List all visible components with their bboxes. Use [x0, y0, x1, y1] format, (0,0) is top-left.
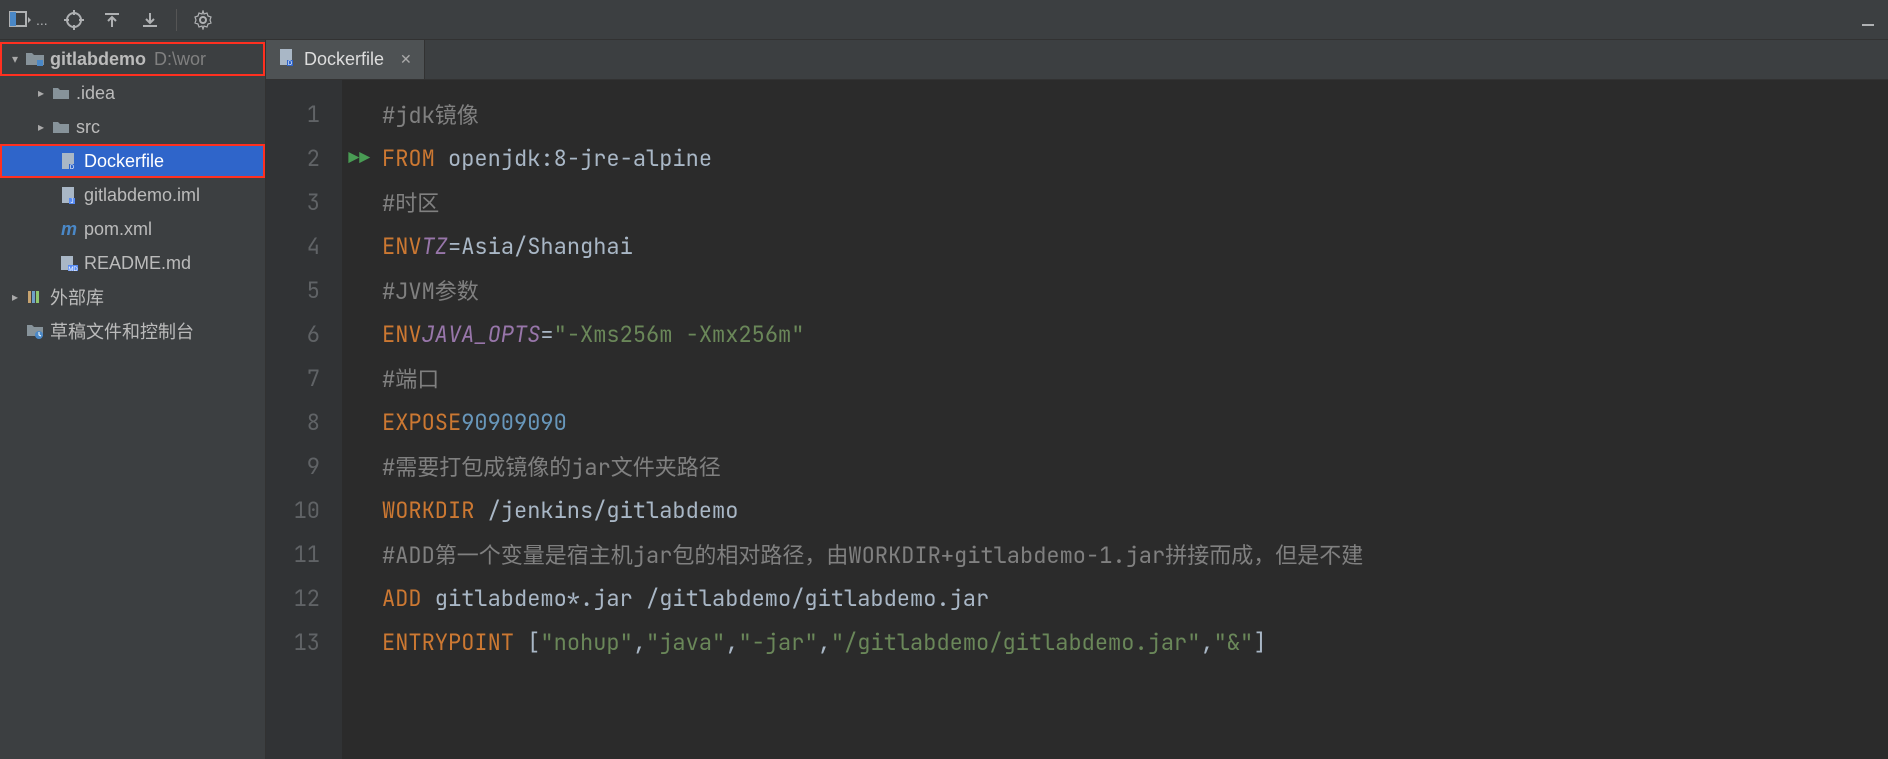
svg-text:MD: MD [68, 267, 78, 271]
tab-label: Dockerfile [304, 49, 384, 70]
gutter-line[interactable]: 10 [266, 488, 342, 532]
markdown-icon: MD [58, 255, 80, 271]
hide-icon[interactable] [1856, 8, 1880, 32]
project-name-label: gitlabdemo [50, 49, 146, 70]
project-toolbar: ... [0, 0, 1888, 40]
folder-icon [50, 86, 72, 100]
tree-item-label: 外部库 [50, 284, 104, 310]
locate-icon[interactable] [62, 8, 86, 32]
code-line[interactable]: #需要打包成镜像的jar文件夹路径 [382, 444, 1888, 488]
code-line[interactable]: #ADD第一个变量是宿主机jar包的相对路径，由WORKDIR+gitlabde… [382, 532, 1888, 576]
gutter-line[interactable]: 13 [266, 620, 342, 664]
libraries-icon [24, 289, 46, 305]
tree-item-label: src [76, 117, 100, 138]
tree-folder-src[interactable]: ▸ src [0, 110, 265, 144]
dockerfile-icon: D [58, 152, 80, 170]
code-line[interactable]: ADD gitlabdemo*.jar /gitlabdemo/gitlabde… [382, 576, 1888, 620]
tree-folder-idea[interactable]: ▸ .idea [0, 76, 265, 110]
tree-item-label: 草稿文件和控制台 [50, 318, 194, 344]
project-sidebar: ▾ gitlabdemo D:\wor ▸ .idea ▸ src D Dock… [0, 40, 266, 759]
gutter-line[interactable]: 6 [266, 312, 342, 356]
svg-text:D: D [288, 61, 293, 66]
svg-text:J: J [71, 199, 74, 204]
code-line[interactable]: #jdk镜像 [382, 92, 1888, 136]
code-pane: 12▶▶345678910111213 #jdk镜像FROM openjdk:8… [266, 80, 1888, 759]
gutter-line[interactable]: 1 [266, 92, 342, 136]
run-gutter-icon[interactable]: ▶▶ [348, 147, 370, 170]
tree-item-label: .idea [76, 83, 115, 104]
code-body[interactable]: #jdk镜像FROM openjdk:8-jre-alpine#时区ENV TZ… [342, 80, 1888, 759]
code-line[interactable]: #端口 [382, 356, 1888, 400]
gutter-line[interactable]: 2▶▶ [266, 136, 342, 180]
gutter-line[interactable]: 12 [266, 576, 342, 620]
scratches-icon [24, 323, 46, 339]
tree-file-pom[interactable]: m pom.xml [0, 212, 265, 246]
tab-dockerfile[interactable]: D Dockerfile ✕ [266, 40, 425, 79]
settings-icon[interactable] [191, 8, 215, 32]
collapse-all-icon[interactable] [138, 8, 162, 32]
tree-scratches[interactable]: 草稿文件和控制台 [0, 314, 265, 348]
tree-item-label: gitlabdemo.iml [84, 185, 200, 206]
code-line[interactable]: #时区 [382, 180, 1888, 224]
tree-file-readme[interactable]: MD README.md [0, 246, 265, 280]
gutter-line[interactable]: 5 [266, 268, 342, 312]
project-path-label: D:\wor [154, 49, 206, 70]
gutter: 12▶▶345678910111213 [266, 80, 342, 759]
gutter-line[interactable]: 4 [266, 224, 342, 268]
tree-item-label: pom.xml [84, 219, 152, 240]
code-line[interactable]: WORKDIR /jenkins/gitlabdemo [382, 488, 1888, 532]
project-folder-icon [24, 51, 46, 67]
expand-all-icon[interactable] [100, 8, 124, 32]
gutter-line[interactable]: 9 [266, 444, 342, 488]
iml-icon: J [58, 186, 80, 204]
editor-tab-bar: D Dockerfile ✕ [266, 40, 1888, 80]
dockerfile-icon: D [278, 48, 296, 71]
toolbar-separator [176, 9, 177, 31]
code-line[interactable]: EXPOSE 9090 9090 [382, 400, 1888, 444]
gutter-line[interactable]: 11 [266, 532, 342, 576]
chevron-down-icon[interactable]: ▾ [6, 52, 24, 66]
main-split: ▾ gitlabdemo D:\wor ▸ .idea ▸ src D Dock… [0, 40, 1888, 759]
gutter-line[interactable]: 8 [266, 400, 342, 444]
chevron-right-icon[interactable]: ▸ [6, 290, 24, 304]
close-icon[interactable]: ✕ [400, 51, 412, 68]
maven-icon: m [58, 219, 80, 240]
code-line[interactable]: ENV JAVA_OPTS="-Xms256m -Xmx256m" [382, 312, 1888, 356]
chevron-right-icon[interactable]: ▸ [32, 120, 50, 134]
project-view-dropdown-icon[interactable] [8, 8, 32, 32]
code-line[interactable]: ENTRYPOINT ["nohup","java","-jar","/gitl… [382, 620, 1888, 664]
svg-text:D: D [70, 165, 75, 170]
code-line[interactable]: #JVM参数 [382, 268, 1888, 312]
code-line[interactable]: ENV TZ=Asia/Shanghai [382, 224, 1888, 268]
tree-file-iml[interactable]: J gitlabdemo.iml [0, 178, 265, 212]
gutter-line[interactable]: 3 [266, 180, 342, 224]
gutter-line[interactable]: 7 [266, 356, 342, 400]
chevron-right-icon[interactable]: ▸ [32, 86, 50, 100]
tree-item-label: README.md [84, 253, 191, 274]
editor-area: D Dockerfile ✕ 12▶▶345678910111213 #jdk镜… [266, 40, 1888, 759]
tree-file-dockerfile[interactable]: D Dockerfile [0, 144, 265, 178]
folder-icon [50, 120, 72, 134]
code-line[interactable]: FROM openjdk:8-jre-alpine [382, 136, 1888, 180]
tree-item-label: Dockerfile [84, 151, 164, 172]
tree-external-libs[interactable]: ▸ 外部库 [0, 280, 265, 314]
tree-project-root[interactable]: ▾ gitlabdemo D:\wor [0, 42, 265, 76]
